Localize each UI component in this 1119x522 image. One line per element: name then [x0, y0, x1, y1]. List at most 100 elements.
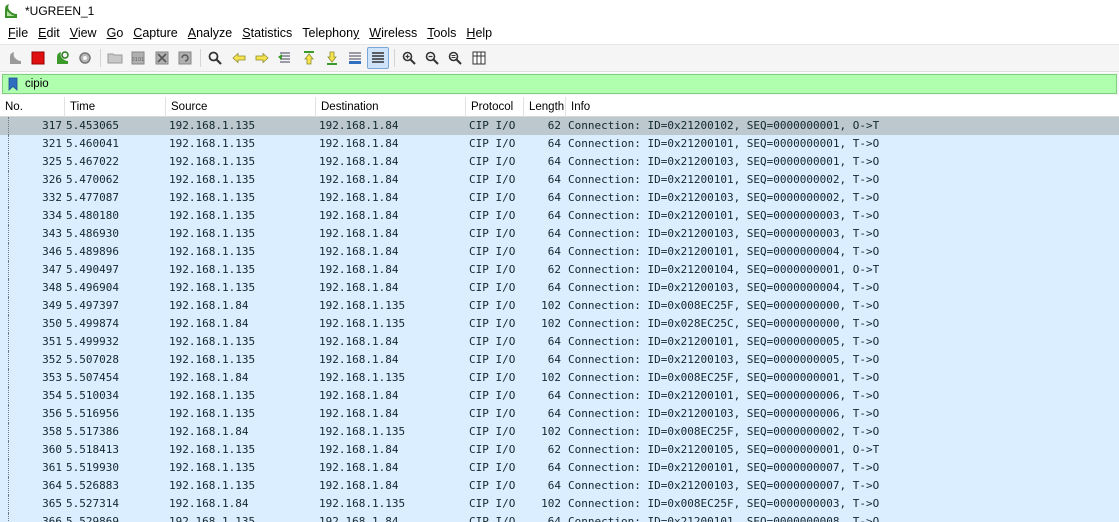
menu-label-part: elp: [475, 26, 493, 40]
packet-protocol: CIP I/O: [469, 443, 516, 456]
packet-row[interactable]: 347 5.490497 192.168.1.135 192.168.1.84 CIP …: [0, 261, 1119, 279]
close-file-icon[interactable]: [151, 47, 173, 69]
packet-info: Connection: ID=0x21200104, SEQ=000000000…: [568, 263, 880, 276]
packet-time: 5.516956: [66, 407, 119, 420]
open-file-icon[interactable]: [104, 47, 126, 69]
menu-mnemonic: S: [242, 26, 251, 40]
menu-item[interactable]: Go: [102, 23, 129, 43]
packet-row[interactable]: 321 5.460041 192.168.1.135 192.168.1.84 CIP …: [0, 135, 1119, 153]
go-back-icon[interactable]: [228, 47, 250, 69]
resize-columns-icon[interactable]: [468, 47, 490, 69]
menu-item[interactable]: Capture: [128, 23, 182, 43]
packet-protocol: CIP I/O: [469, 371, 516, 384]
packet-info: Connection: ID=0x21200101, SEQ=000000000…: [568, 245, 880, 258]
packet-row[interactable]: 317 5.453065 192.168.1.135 192.168.1.84 CIP …: [0, 117, 1119, 135]
packet-row[interactable]: 365 5.527314 192.168.1.84 192.168.1.135 CIP …: [0, 495, 1119, 513]
packet-time: 5.529869: [66, 515, 119, 522]
menu-item[interactable]: Statistics: [237, 23, 297, 43]
packet-no: 343: [42, 227, 62, 240]
stop-capture-icon[interactable]: [27, 47, 49, 69]
menu-mnemonic: G: [106, 26, 117, 40]
column-header-destination[interactable]: Destination: [316, 97, 466, 117]
menu-label-part: nalyze: [196, 26, 233, 40]
packet-row[interactable]: 350 5.499874 192.168.1.84 192.168.1.135 CIP …: [0, 315, 1119, 333]
packet-protocol: CIP I/O: [469, 119, 516, 132]
start-capture-icon[interactable]: [4, 47, 26, 69]
menu-item[interactable]: View: [65, 23, 102, 43]
restart-capture-icon[interactable]: [51, 47, 73, 69]
find-packet-icon[interactable]: [204, 47, 226, 69]
capture-options-icon[interactable]: [74, 47, 96, 69]
packet-row[interactable]: 346 5.489896 192.168.1.135 192.168.1.84 CIP …: [0, 243, 1119, 261]
filter-bookmark-icon[interactable]: [5, 75, 21, 93]
related-packet-line: [8, 279, 9, 297]
related-packet-line: [8, 189, 9, 207]
menu-item[interactable]: Edit: [33, 23, 65, 43]
packet-length: 64: [547, 515, 561, 522]
menu-item[interactable]: Analyze: [183, 23, 237, 43]
packet-row[interactable]: 353 5.507454 192.168.1.84 192.168.1.135 CIP …: [0, 369, 1119, 387]
packet-source: 192.168.1.84: [169, 497, 249, 510]
autoscroll-icon[interactable]: [344, 47, 366, 69]
svg-text:0101: 0101: [132, 57, 145, 63]
packet-protocol: CIP I/O: [469, 155, 516, 168]
packet-row[interactable]: 364 5.526883 192.168.1.135 192.168.1.84 CIP …: [0, 477, 1119, 495]
packet-row[interactable]: 352 5.507028 192.168.1.135 192.168.1.84 CIP …: [0, 351, 1119, 369]
packet-row[interactable]: 354 5.510034 192.168.1.135 192.168.1.84 CIP …: [0, 387, 1119, 405]
packet-row[interactable]: 351 5.499932 192.168.1.135 192.168.1.84 CIP …: [0, 333, 1119, 351]
menu-item[interactable]: Help: [461, 23, 497, 43]
packet-protocol: CIP I/O: [469, 227, 516, 240]
packet-length: 64: [547, 245, 561, 258]
menu-item[interactable]: File: [3, 23, 33, 43]
related-packet-line: [8, 477, 9, 495]
packet-source: 192.168.1.135: [169, 119, 256, 132]
packet-row[interactable]: 356 5.516956 192.168.1.135 192.168.1.84 CIP …: [0, 405, 1119, 423]
column-header-length[interactable]: Length: [524, 97, 566, 117]
go-first-icon[interactable]: [298, 47, 320, 69]
zoom-normal-icon[interactable]: [444, 47, 466, 69]
display-filter-input[interactable]: [21, 75, 1101, 93]
packet-row[interactable]: 366 5.529869 192.168.1.135 192.168.1.84 CIP …: [0, 513, 1119, 522]
menu-item[interactable]: Wireless: [364, 23, 422, 43]
packet-row[interactable]: 343 5.486930 192.168.1.135 192.168.1.84 CIP …: [0, 225, 1119, 243]
packet-time: 5.490497: [66, 263, 119, 276]
save-file-icon[interactable]: 0101: [127, 47, 149, 69]
packet-row[interactable]: 334 5.480180 192.168.1.135 192.168.1.84 CIP …: [0, 207, 1119, 225]
packet-row[interactable]: 348 5.496904 192.168.1.135 192.168.1.84 CIP …: [0, 279, 1119, 297]
go-last-icon[interactable]: [321, 47, 343, 69]
packet-row[interactable]: 349 5.497397 192.168.1.84 192.168.1.135 CIP …: [0, 297, 1119, 315]
packet-row[interactable]: 326 5.470062 192.168.1.135 192.168.1.84 CIP …: [0, 171, 1119, 189]
colorize-icon[interactable]: [367, 47, 390, 69]
column-header-no[interactable]: No.: [0, 97, 65, 117]
menu-label-part: ireless: [381, 26, 418, 40]
packet-length: 102: [541, 317, 561, 330]
related-packet-line: [8, 441, 9, 459]
menu-item[interactable]: Tools: [422, 23, 461, 43]
column-header-info[interactable]: Info: [566, 97, 1119, 117]
packet-list[interactable]: 317 5.453065 192.168.1.135 192.168.1.84 CIP …: [0, 117, 1119, 522]
packet-info: Connection: ID=0x21200101, SEQ=000000000…: [568, 209, 880, 222]
packet-row[interactable]: 361 5.519930 192.168.1.135 192.168.1.84 CIP …: [0, 459, 1119, 477]
packet-row[interactable]: 358 5.517386 192.168.1.84 192.168.1.135 CIP …: [0, 423, 1119, 441]
packet-info: Connection: ID=0x21200103, SEQ=000000000…: [568, 353, 880, 366]
toolbar-separator: [393, 49, 395, 67]
display-filter-box: [2, 74, 1117, 94]
packet-row[interactable]: 325 5.467022 192.168.1.135 192.168.1.84 CIP …: [0, 153, 1119, 171]
column-header-time[interactable]: Time: [65, 97, 166, 117]
menu-item[interactable]: Telephony: [297, 23, 364, 43]
zoom-in-icon[interactable]: [398, 47, 420, 69]
packet-protocol: CIP I/O: [469, 389, 516, 402]
column-header-protocol[interactable]: Protocol: [466, 97, 524, 117]
reload-file-icon[interactable]: [174, 47, 196, 69]
packet-destination: 192.168.1.84: [319, 407, 399, 420]
go-to-packet-icon[interactable]: [274, 47, 296, 69]
packet-length: 64: [547, 137, 561, 150]
go-forward-icon[interactable]: [251, 47, 273, 69]
packet-destination: 192.168.1.84: [319, 119, 399, 132]
zoom-out-icon[interactable]: [421, 47, 443, 69]
column-header-source[interactable]: Source: [166, 97, 316, 117]
packet-row[interactable]: 360 5.518413 192.168.1.135 192.168.1.84 CIP …: [0, 441, 1119, 459]
related-packet-line: [8, 243, 9, 261]
packet-protocol: CIP I/O: [469, 425, 516, 438]
packet-row[interactable]: 332 5.477087 192.168.1.135 192.168.1.84 CIP …: [0, 189, 1119, 207]
